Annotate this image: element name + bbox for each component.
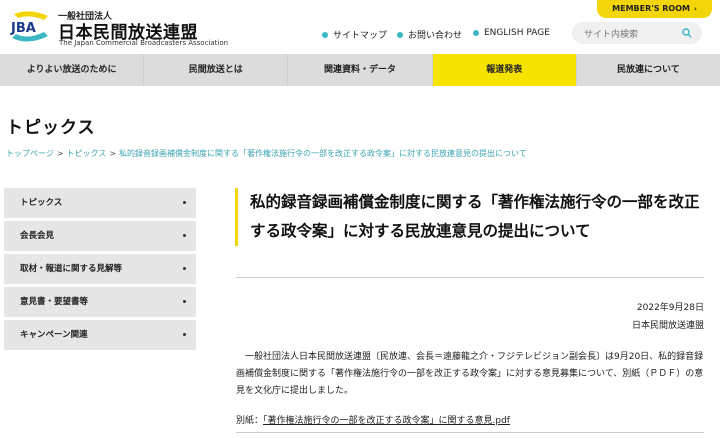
members-room-label: MEMBER'S ROOM [612, 4, 690, 13]
breadcrumb-home[interactable]: トップページ [6, 149, 54, 158]
breadcrumb-current: 私的録音録画補償金制度に関する「著作権法施行令の一部を改正する政令案」に対する民… [119, 149, 527, 158]
article-title: 私的録音録画補償金制度に関する「著作権法施行令の一部を改正する政令案」に対する民… [235, 188, 705, 246]
nav-item-about-commercial-broadcasting[interactable]: 民間放送とは [144, 54, 289, 86]
breadcrumb-separator: > [109, 149, 117, 158]
article-organization: 日本民間放送連盟 [631, 321, 704, 331]
sidebar-item-label: 意見書・要望書等 [20, 297, 89, 307]
attachment-pdf-link[interactable]: 「著作権法施行令の一部を改正する政令案」に関する意見.pdf [263, 416, 510, 426]
article-body: 一般社団法人日本民間放送連盟〔民放連、会長＝遠藤龍之介・フジテレビジョン副会長〕… [236, 352, 704, 396]
contact-link[interactable]: お問い合わせ [397, 28, 462, 41]
breadcrumb-topics[interactable]: トピックス [67, 149, 107, 158]
sitemap-link[interactable]: サイトマップ [322, 28, 387, 41]
logo-english-name: The Japan Commercial Broadcasters Associ… [59, 39, 229, 47]
sitemap-label: サイトマップ [333, 31, 388, 41]
sidebar-item-label: 取材・報道に関する見解等 [20, 264, 123, 274]
members-room-button[interactable]: MEMBER'S ROOM › [597, 0, 712, 18]
search-icon[interactable] [682, 28, 692, 38]
sidebar-item-campaigns[interactable]: キャンペーン関連 [4, 320, 196, 350]
nav-item-press-releases[interactable]: 報道発表 [432, 54, 577, 86]
main-nav: よりよい放送のために 民間放送とは 関連資料・データ 報道発表 民放連について [0, 54, 720, 86]
sidebar-item-opinions-requests[interactable]: 意見書・要望書等 [4, 287, 196, 317]
bullet-icon [183, 267, 186, 270]
attachment-label: 別紙： [236, 416, 264, 426]
sidebar-item-label: 会長会見 [20, 231, 55, 241]
breadcrumb-separator: > [56, 149, 64, 158]
article-date: 2022年9月28日 [636, 303, 704, 313]
bullet-icon [183, 333, 186, 336]
site-header: JBA 一般社団法人 日本民間放送連盟 The Japan Commercial… [0, 0, 720, 54]
bullet-icon [183, 201, 186, 204]
contact-label: お問い合わせ [408, 31, 463, 41]
english-page-link[interactable]: ENGLISH PAGE [473, 28, 550, 38]
sidebar-item-press-conference[interactable]: 会長会見 [4, 221, 196, 251]
sidebar-item-topics[interactable]: トピックス [4, 188, 196, 218]
jba-logo-icon[interactable]: JBA [8, 10, 52, 44]
nav-item-about-jba[interactable]: 民放連について [577, 54, 720, 86]
nav-item-resources-data[interactable]: 関連資料・データ [288, 54, 433, 86]
nav-item-better-broadcasting[interactable]: よりよい放送のために [0, 54, 145, 86]
attachment: 別紙：「著作権法施行令の一部を改正する政令案」に関する意見.pdf [236, 413, 510, 426]
site-search [572, 22, 702, 46]
bullet-icon [397, 31, 403, 38]
english-page-label: ENGLISH PAGE [484, 28, 550, 38]
divider [236, 432, 704, 433]
breadcrumb: トップページ > トピックス > 私的録音録画補償金制度に関する「著作権法施行令の一部を… [6, 148, 527, 159]
sidebar-item-label: キャンペーン関連 [20, 330, 88, 340]
bullet-icon [322, 31, 328, 38]
bullet-icon [183, 234, 186, 237]
bullet-icon [473, 30, 479, 36]
page-title: トピックス [6, 118, 96, 138]
sidebar-item-label: トピックス [20, 198, 63, 208]
sidebar-item-reporting-views[interactable]: 取材・報道に関する見解等 [4, 254, 196, 284]
arrow-right-icon: › [693, 5, 697, 13]
svg-text:JBA: JBA [10, 21, 36, 36]
sidebar: トピックス 会長会見 取材・報道に関する見解等 意見書・要望書等 キャンペーン関… [4, 188, 196, 353]
search-input[interactable] [572, 24, 672, 46]
divider [236, 277, 704, 278]
bullet-icon [183, 300, 186, 303]
